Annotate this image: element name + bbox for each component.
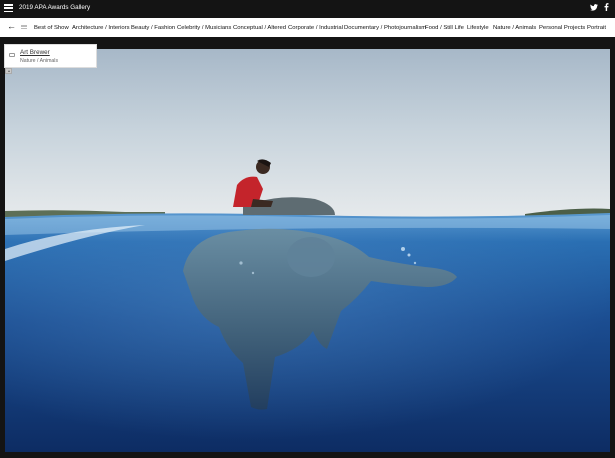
social-links [590, 3, 609, 11]
nav-item-nature-animals[interactable]: Nature / Animals [493, 25, 536, 31]
nav-item-conceptual-altered[interactable]: Conceptual / Altered [233, 25, 286, 31]
gallery-photo[interactable] [5, 49, 610, 452]
nav-item-beauty-fashion[interactable]: Beauty / Fashion [131, 25, 175, 31]
nav-item-corporate-industrial[interactable]: Corporate / Industrial [288, 25, 343, 31]
nav-item-portrait[interactable]: Portrait [587, 25, 606, 31]
nav-item-personal-projects[interactable]: Personal Projects [539, 25, 585, 31]
arrow-left-icon[interactable]: ← [7, 21, 16, 31]
app-title: 2019 APA Awards Gallery [19, 4, 91, 11]
nav-item-architecture-interiors[interactable]: Architecture / Interiors [72, 25, 130, 31]
nav-item-celebrity-musicians[interactable]: Celebrity / Musicians [177, 25, 231, 31]
app-header: 2019 APA Awards Gallery [0, 0, 615, 18]
nav-item-documentary-photojournalism[interactable]: Documentary / Photojournalism [344, 25, 426, 31]
nav-item-lifestyle[interactable]: Lifestyle [467, 25, 489, 31]
photographer-name[interactable]: Art Brewer [20, 49, 50, 56]
facebook-icon[interactable] [604, 3, 609, 11]
nav-item-best-of-show[interactable]: Best of Show [34, 25, 69, 31]
nav-item-food-still-life[interactable]: Food / Still Life [425, 25, 464, 31]
camera-icon [9, 53, 15, 57]
hamburger-icon[interactable] [4, 4, 13, 13]
twitter-icon[interactable] [590, 3, 598, 11]
elephant-photo-image [5, 159, 610, 452]
chevron-up-icon[interactable] [5, 68, 12, 74]
grid-icon[interactable] [21, 25, 27, 30]
photo-credit-card: Art Brewer Nature / Animals [4, 44, 97, 68]
category-nav: ← Best of Show Architecture / Interiors … [0, 18, 615, 37]
photo-category: Nature / Animals [20, 58, 59, 64]
